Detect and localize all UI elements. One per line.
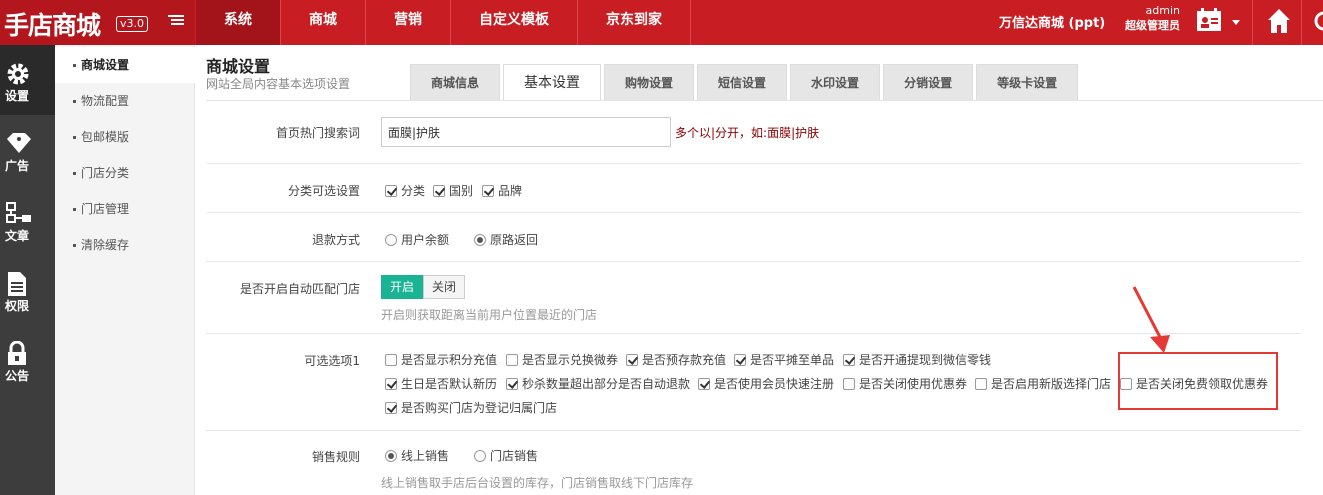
sitemap-icon	[6, 202, 31, 223]
annotation-arrow-icon	[1132, 286, 1170, 353]
hot-search-hint: 多个以|分开，如:面膜|护肤	[675, 126, 820, 140]
tab-level-card-settings[interactable]: 等级卡设置	[976, 64, 1079, 100]
hot-search-input[interactable]	[381, 117, 671, 147]
chevron-down-icon[interactable]	[1232, 20, 1240, 25]
sidebar-item-free-shipping[interactable]: 包邮模版	[55, 119, 195, 155]
iconbar-label: 文章	[5, 229, 30, 243]
shop-name: 万信达商城 (ppt)	[999, 16, 1106, 31]
icon-sidebar: 设置 广告 文章 权限 公告	[0, 45, 55, 495]
tab-shopping-settings[interactable]: 购物设置	[604, 64, 695, 100]
iconbar-item-notices[interactable]: 公告	[0, 325, 55, 395]
sales-rule-label: 销售规则	[311, 450, 360, 464]
version-badge: v3.0	[116, 16, 149, 32]
auto-store-hint: 开启则获取距离当前用户位置最近的门店	[381, 308, 598, 322]
top-bar: 手店商城 v3.0 系统 商城 营销 自定义模板 京东到家 万信达商城 (ppt…	[0, 0, 1323, 45]
radio-user-balance[interactable]: 用户余额	[385, 231, 449, 248]
radio-original-return[interactable]: 原路返回	[474, 231, 538, 248]
row-divider	[206, 163, 1301, 164]
tab-bar: 商城信息 基本设置 购物设置 短信设置 水印设置 分销设置 等级卡设置	[410, 64, 1081, 101]
checkbox-new-store-select[interactable]: 是否启用新版选择门店	[975, 375, 1111, 392]
sidebar-item-store-category[interactable]: 门店分类	[55, 155, 195, 191]
checkbox-country[interactable]: 国别	[433, 182, 473, 199]
checkbox-spread-to-item[interactable]: 是否平摊至单品	[734, 351, 834, 368]
options1-label: 可选选项1	[304, 354, 360, 368]
tab-mall-info[interactable]: 商城信息	[410, 64, 501, 100]
page-subtitle: 网站全局内容基本选项设置	[206, 77, 351, 91]
iconbar-item-permissions[interactable]: 权限	[0, 255, 55, 325]
home-icon	[1268, 9, 1290, 33]
checkbox-disable-coupon[interactable]: 是否关闭使用优惠券	[843, 375, 967, 392]
checkbox-category[interactable]: 分类	[385, 182, 425, 199]
iconbar-item-settings[interactable]: 设置	[0, 45, 55, 115]
home-button[interactable]	[1252, 0, 1302, 45]
logo: 手店商城	[4, 11, 101, 40]
logo-area: 手店商城 v3.0	[0, 0, 195, 45]
iconbar-label: 设置	[5, 89, 30, 103]
user-name: admin	[1145, 4, 1180, 17]
sales-rule-hint: 线上销售取手店后台设置的库存，门店销售取线下门店库存	[381, 476, 694, 490]
checkbox-deposit-recharge[interactable]: 是否预存款充值	[626, 351, 726, 368]
iconbar-item-articles[interactable]: 文章	[0, 185, 55, 255]
page-title: 商城设置	[206, 57, 271, 76]
content-divider	[206, 100, 1323, 101]
nav-system[interactable]: 系统	[196, 0, 281, 45]
nav-jd-daojia[interactable]: 京东到家	[578, 0, 691, 45]
sidebar-item-store-manage[interactable]: 门店管理	[55, 191, 195, 227]
row-divider	[206, 430, 1301, 431]
tag-icon	[7, 133, 31, 153]
checkbox-brand[interactable]: 品牌	[482, 182, 522, 199]
auto-store-toggle[interactable]: 开启 关闭	[381, 275, 466, 299]
main-nav: 系统 商城 营销 自定义模板 京东到家	[196, 0, 691, 45]
nav-mall[interactable]: 商城	[281, 0, 366, 45]
iconbar-label: 权限	[5, 299, 30, 313]
radio-store-sales[interactable]: 门店销售	[474, 447, 538, 464]
checkbox-flash-sale-refund[interactable]: 秒杀数量超出部分是否自动退款	[506, 375, 690, 392]
toggle-on-button[interactable]: 开启	[381, 275, 424, 299]
checkbox-wechat-withdraw[interactable]: 是否开通提现到微信零钱	[843, 351, 991, 368]
sidebar-item-mall-settings[interactable]: 商城设置	[55, 47, 196, 83]
toggle-off-button[interactable]: 关闭	[423, 275, 466, 299]
radio-online-sales[interactable]: 线上销售	[385, 447, 449, 464]
auto-store-label: 是否开启自动匹配门店	[239, 282, 360, 296]
document-icon	[8, 272, 26, 296]
checkbox-store-registration[interactable]: 是否购买门店为登记归属门店	[385, 399, 557, 416]
hot-search-label: 首页热门搜索词	[275, 126, 360, 140]
sidebar-item-logistics[interactable]: 物流配置	[55, 83, 195, 119]
nav-marketing[interactable]: 营销	[366, 0, 451, 45]
nav-custom-template[interactable]: 自定义模板	[451, 0, 578, 45]
iconbar-label: 广告	[5, 159, 30, 173]
checkbox-exchange-coupon[interactable]: 是否显示兑换微券	[506, 351, 618, 368]
tab-sms-settings[interactable]: 短信设置	[697, 64, 788, 100]
category-filter-label: 分类可选设置	[287, 184, 360, 198]
refund-label: 退款方式	[311, 233, 360, 247]
gear-icon	[7, 63, 29, 85]
checkbox-points-recharge[interactable]: 是否显示积分充值	[385, 351, 497, 368]
tab-watermark-settings[interactable]: 水印设置	[790, 64, 881, 100]
row-divider	[206, 212, 1301, 213]
lock-icon	[8, 341, 26, 365]
user-info[interactable]: admin 超级管理员	[1118, 3, 1180, 33]
tab-distribution-settings[interactable]: 分销设置	[883, 64, 974, 100]
checkbox-quick-register[interactable]: 是否使用会员快速注册	[698, 375, 834, 392]
tab-basic-settings[interactable]: 基本设置	[503, 64, 602, 101]
power-icon[interactable]	[1313, 10, 1323, 32]
user-card-icon[interactable]	[1196, 8, 1222, 32]
row-divider	[206, 261, 1301, 262]
annotation-highlight-box	[1118, 352, 1278, 410]
iconbar-label: 公告	[5, 369, 30, 383]
sidebar-item-clear-cache[interactable]: 清除缓存	[55, 227, 195, 263]
menu-toggle-icon[interactable]	[168, 13, 184, 29]
sub-sidebar: 商城设置 物流配置 包邮模版 门店分类 门店管理 清除缓存	[55, 45, 196, 495]
user-role: 超级管理员	[1125, 19, 1180, 32]
checkbox-birthday-calendar[interactable]: 生日是否默认新历	[385, 375, 497, 392]
iconbar-item-ads[interactable]: 广告	[0, 115, 55, 185]
